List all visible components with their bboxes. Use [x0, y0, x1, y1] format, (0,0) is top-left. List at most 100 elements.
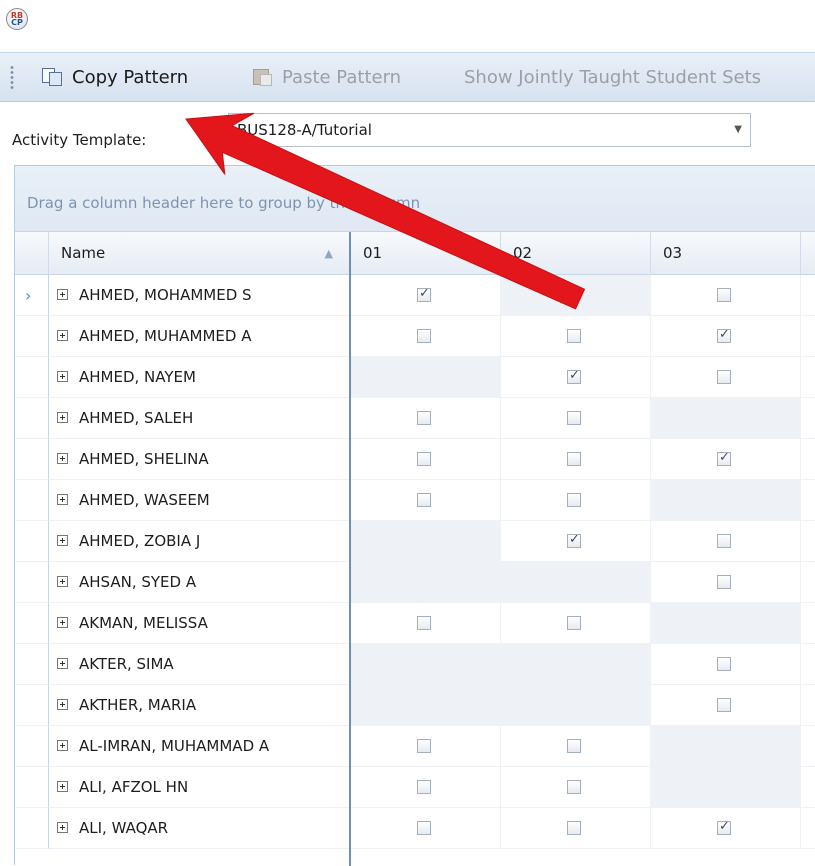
- row-indicator[interactable]: [15, 316, 49, 357]
- plus-expand-icon[interactable]: [57, 289, 68, 300]
- plus-expand-icon[interactable]: [57, 494, 68, 505]
- row-indicator[interactable]: [15, 480, 49, 521]
- session-checkbox[interactable]: [717, 819, 731, 835]
- session-checkbox[interactable]: [567, 329, 581, 343]
- name-cell[interactable]: AL-IMRAN, MUHAMMAD A: [49, 726, 350, 767]
- session-cell-03[interactable]: [651, 685, 801, 726]
- session-cell-02[interactable]: [501, 726, 651, 767]
- session-checkbox[interactable]: [417, 411, 431, 425]
- plus-expand-icon[interactable]: [57, 330, 68, 341]
- row-indicator[interactable]: [15, 685, 49, 726]
- column-header-03[interactable]: 03: [651, 232, 801, 275]
- table-row[interactable]: AHMED, SALEH: [15, 398, 815, 439]
- session-checkbox[interactable]: [717, 288, 731, 302]
- session-checkbox[interactable]: [717, 450, 731, 466]
- session-cell-02[interactable]: [501, 767, 651, 808]
- session-checkbox[interactable]: [417, 821, 431, 835]
- row-indicator[interactable]: [15, 562, 49, 603]
- name-cell[interactable]: AHMED, SALEH: [49, 398, 350, 439]
- table-row[interactable]: › AHMED, MOHAMMED S: [15, 275, 815, 316]
- table-row[interactable]: ALI, WAQAR: [15, 808, 815, 849]
- table-row[interactable]: AKTER, SIMA: [15, 644, 815, 685]
- session-cell-01[interactable]: [351, 603, 501, 644]
- name-cell[interactable]: AHMED, SHELINA: [49, 439, 350, 480]
- plus-expand-icon[interactable]: [57, 453, 68, 464]
- session-cell-02[interactable]: [501, 603, 651, 644]
- session-cell-02[interactable]: [501, 521, 651, 562]
- session-cell-01[interactable]: [351, 439, 501, 480]
- plus-expand-icon[interactable]: [57, 658, 68, 669]
- plus-expand-icon[interactable]: [57, 412, 68, 423]
- session-cell-03[interactable]: [651, 808, 801, 849]
- row-indicator[interactable]: ›: [15, 275, 49, 316]
- row-indicator[interactable]: [15, 398, 49, 439]
- name-cell[interactable]: AHMED, NAYEM: [49, 357, 350, 398]
- session-cell-03[interactable]: [651, 439, 801, 480]
- name-cell[interactable]: AKTHER, MARIA: [49, 685, 350, 726]
- table-row[interactable]: AKMAN, MELISSA: [15, 603, 815, 644]
- session-cell-02[interactable]: [501, 808, 651, 849]
- session-checkbox[interactable]: [717, 534, 731, 548]
- group-by-panel[interactable]: Drag a column header here to group by th…: [15, 166, 815, 232]
- session-cell-02[interactable]: [501, 480, 651, 521]
- session-cell-01[interactable]: [351, 767, 501, 808]
- column-header-01[interactable]: 01: [351, 232, 501, 275]
- session-cell-01[interactable]: [351, 398, 501, 439]
- copy-pattern-button[interactable]: Copy Pattern: [42, 66, 188, 90]
- table-row[interactable]: AKTHER, MARIA: [15, 685, 815, 726]
- name-cell[interactable]: AHMED, WASEEM: [49, 480, 350, 521]
- column-header-name[interactable]: Name ▲: [49, 232, 350, 275]
- row-indicator[interactable]: [15, 726, 49, 767]
- plus-expand-icon[interactable]: [57, 740, 68, 751]
- session-cell-01[interactable]: [351, 808, 501, 849]
- app-logo-icon[interactable]: RB CP: [6, 8, 28, 30]
- session-cell-03[interactable]: [651, 521, 801, 562]
- session-checkbox[interactable]: [567, 780, 581, 794]
- name-cell[interactable]: AKMAN, MELISSA: [49, 603, 350, 644]
- plus-expand-icon[interactable]: [57, 781, 68, 792]
- session-cell-02[interactable]: [501, 316, 651, 357]
- session-checkbox[interactable]: [717, 657, 731, 671]
- session-cell-01[interactable]: [351, 275, 501, 316]
- table-row[interactable]: ALI, AFZOL HN: [15, 767, 815, 808]
- session-cell-03[interactable]: [651, 562, 801, 603]
- session-cell-02[interactable]: [501, 439, 651, 480]
- session-cell-01[interactable]: [351, 726, 501, 767]
- session-cell-03[interactable]: [651, 644, 801, 685]
- table-row[interactable]: AHMED, NAYEM: [15, 357, 815, 398]
- session-checkbox[interactable]: [417, 616, 431, 630]
- column-header-02[interactable]: 02: [501, 232, 651, 275]
- column-header-next[interactable]: [801, 232, 815, 275]
- name-cell[interactable]: AKTER, SIMA: [49, 644, 350, 685]
- table-row[interactable]: AL-IMRAN, MUHAMMAD A: [15, 726, 815, 767]
- plus-expand-icon[interactable]: [57, 535, 68, 546]
- session-cell-03[interactable]: [651, 275, 801, 316]
- row-indicator[interactable]: [15, 357, 49, 398]
- session-checkbox[interactable]: [717, 327, 731, 343]
- session-cell-03[interactable]: [651, 357, 801, 398]
- name-cell[interactable]: ALI, AFZOL HN: [49, 767, 350, 808]
- name-cell[interactable]: AHMED, MUHAMMED A: [49, 316, 350, 357]
- session-cell-02[interactable]: [501, 398, 651, 439]
- chevron-down-icon[interactable]: ▼: [734, 124, 742, 135]
- table-row[interactable]: AHMED, ZOBIA J: [15, 521, 815, 562]
- session-cell-01[interactable]: [351, 480, 501, 521]
- plus-expand-icon[interactable]: [57, 576, 68, 587]
- table-row[interactable]: AHMED, SHELINA: [15, 439, 815, 480]
- plus-expand-icon[interactable]: [57, 617, 68, 628]
- session-cell-02[interactable]: [501, 357, 651, 398]
- table-row[interactable]: AHMED, MUHAMMED A: [15, 316, 815, 357]
- session-checkbox[interactable]: [567, 739, 581, 753]
- row-indicator[interactable]: [15, 521, 49, 562]
- session-checkbox[interactable]: [717, 370, 731, 384]
- name-cell[interactable]: AHMED, ZOBIA J: [49, 521, 350, 562]
- session-checkbox[interactable]: [567, 411, 581, 425]
- name-cell[interactable]: AHSAN, SYED A: [49, 562, 350, 603]
- session-checkbox[interactable]: [417, 286, 431, 302]
- activity-template-select[interactable]: BUS128-A/Tutorial ▼: [228, 113, 751, 147]
- session-checkbox[interactable]: [717, 575, 731, 589]
- row-indicator[interactable]: [15, 644, 49, 685]
- plus-expand-icon[interactable]: [57, 822, 68, 833]
- plus-expand-icon[interactable]: [57, 371, 68, 382]
- name-cell[interactable]: AHMED, MOHAMMED S: [49, 275, 350, 316]
